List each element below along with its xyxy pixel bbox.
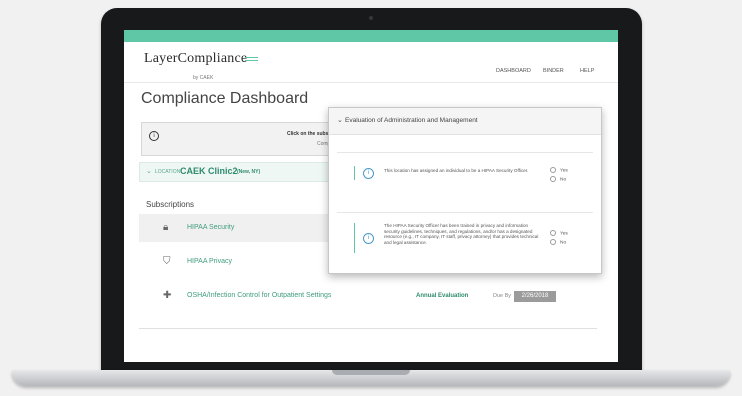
nav-help[interactable]: HELP — [580, 68, 594, 74]
location-tag: (New, NY) — [237, 169, 261, 175]
evaluation-status[interactable]: Annual Evaluation — [416, 293, 468, 299]
radio-no[interactable]: No — [550, 176, 566, 182]
question-text: The HIPAA Security Officer has been trai… — [384, 223, 539, 245]
option-label: Yes — [560, 168, 568, 174]
laptop-notch — [332, 370, 410, 375]
top-accent-bar — [124, 30, 618, 42]
info-icon: i — [149, 131, 159, 141]
lock-icon: 🔒︎ — [163, 222, 169, 233]
medical-kit-icon: ✚ — [163, 290, 172, 301]
radio-circle[interactable] — [550, 167, 556, 173]
radio-circle[interactable] — [550, 176, 556, 182]
subscriptions-title: Subscriptions — [146, 200, 195, 209]
radio-yes[interactable]: Yes — [550, 230, 568, 236]
app-logo[interactable]: LayerCompliance — [144, 51, 247, 67]
subscription-row[interactable]: ✚ OSHA/Infection Control for Outpatient … — [139, 282, 597, 310]
location-name: CAEK Clinic2 — [180, 166, 238, 176]
camera-dot — [369, 16, 373, 20]
chevron-down-icon[interactable]: ⌄ — [337, 116, 343, 124]
question-row: i The HIPAA Security Officer has been tr… — [337, 212, 593, 265]
option-label: No — [560, 240, 567, 246]
info-icon: i — [363, 233, 374, 244]
radio-no[interactable]: No — [550, 239, 566, 245]
page-title: Compliance Dashboard — [141, 90, 309, 107]
divider — [139, 328, 597, 329]
logo-mark — [245, 57, 258, 58]
laptop-base — [12, 370, 730, 386]
subscription-link[interactable]: OSHA/Infection Control for Outpatient Se… — [187, 292, 331, 299]
evaluation-modal: ⌄ Evaluation of Administration and Manag… — [328, 107, 602, 274]
due-label: Due By — [493, 293, 512, 299]
chevron-down-icon[interactable]: ⌄ — [146, 167, 152, 175]
subscription-link[interactable]: HIPAA Security — [187, 224, 234, 231]
option-label: No — [560, 177, 567, 183]
subscription-link[interactable]: HIPAA Privacy — [187, 258, 232, 265]
logo-subtitle: by CAEK — [193, 75, 214, 81]
nav-dashboard[interactable]: DASHBOARD — [496, 68, 531, 74]
divider — [354, 166, 355, 180]
radio-circle[interactable] — [550, 239, 556, 245]
option-label: Yes — [560, 231, 568, 237]
modal-title: Evaluation of Administration and Managem… — [345, 117, 478, 124]
info-icon: i — [363, 168, 374, 179]
question-row: i This location has assigned an individu… — [337, 152, 593, 193]
question-text: This location has assigned an individual… — [384, 168, 529, 173]
due-date-badge: 2/26/2018 — [514, 291, 556, 302]
modal-header[interactable]: ⌄ Evaluation of Administration and Manag… — [329, 108, 601, 135]
shield-icon: ⛉ — [163, 256, 171, 267]
location-label: LOCATION — [155, 169, 181, 175]
radio-circle[interactable] — [550, 230, 556, 236]
nav-binder[interactable]: BINDER — [543, 68, 564, 74]
divider — [354, 223, 355, 253]
radio-yes[interactable]: Yes — [550, 167, 568, 173]
app-header: LayerCompliance by CAEK DASHBOARD BINDER… — [124, 42, 618, 83]
